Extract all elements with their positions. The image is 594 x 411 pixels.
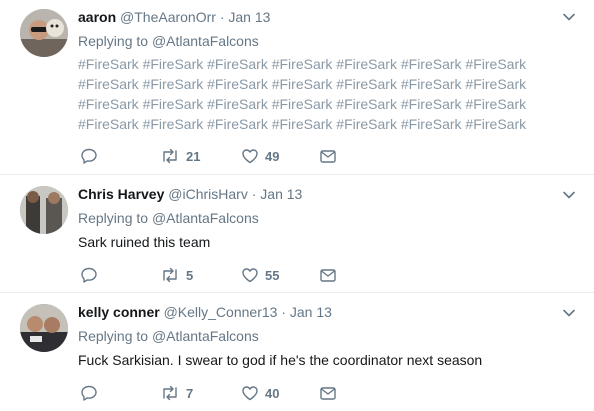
like-count: 40 <box>265 385 280 401</box>
reply-button[interactable] <box>80 265 104 285</box>
avatar[interactable] <box>20 304 68 352</box>
mention-link[interactable]: @AtlantaFalcons <box>152 328 259 344</box>
like-button[interactable]: 49 <box>241 146 279 166</box>
timestamp[interactable]: Jan 13 <box>290 304 332 320</box>
direct-message-button[interactable] <box>319 265 337 285</box>
retweet-count: 5 <box>186 267 194 283</box>
avatar[interactable] <box>20 186 68 234</box>
retweet-button[interactable]: 7 <box>160 383 193 403</box>
display-name[interactable]: kelly conner <box>78 304 160 320</box>
like-count: 55 <box>265 267 280 283</box>
display-name[interactable]: aaron <box>78 9 116 25</box>
separator-dot: · <box>251 186 257 202</box>
timestamp[interactable]: Jan 13 <box>260 186 302 202</box>
separator-dot: · <box>219 9 225 25</box>
chevron-down-icon[interactable] <box>560 186 578 204</box>
tweet-actions: 21 49 <box>78 146 378 166</box>
chevron-down-icon[interactable] <box>560 8 578 26</box>
reply-button[interactable] <box>80 146 104 166</box>
direct-message-button[interactable] <box>319 146 337 166</box>
reply-button[interactable] <box>80 383 104 403</box>
tweet[interactable]: aaron @TheAaronOrr · Jan 13 Replying to … <box>0 0 594 175</box>
message-icon <box>320 387 336 400</box>
user-handle[interactable]: @TheAaronOrr <box>120 9 216 25</box>
tweet-header: kelly conner @Kelly_Conner13 · Jan 13 <box>78 303 332 321</box>
tweet[interactable]: kelly conner @Kelly_Conner13 · Jan 13 Re… <box>0 293 594 411</box>
retweet-icon <box>163 148 177 164</box>
tweet-text: Sark ruined this team <box>78 234 211 250</box>
reply-icon <box>81 148 97 164</box>
tweet-header: Chris Harvey @iChrisHarv · Jan 13 <box>78 185 302 203</box>
retweet-count: 21 <box>186 148 201 164</box>
like-icon <box>242 386 258 401</box>
chevron-down-icon[interactable] <box>560 304 578 322</box>
tweet-actions: 7 40 <box>78 383 378 403</box>
message-icon <box>320 150 336 163</box>
tweet[interactable]: Chris Harvey @iChrisHarv · Jan 13 Replyi… <box>0 175 594 293</box>
like-icon <box>242 268 258 283</box>
reply-icon <box>81 267 97 283</box>
retweet-button[interactable]: 5 <box>160 265 193 285</box>
tweet-text: Fuck Sarkisian. I swear to god if he's t… <box>78 352 483 368</box>
retweet-icon <box>163 267 177 283</box>
retweet-button[interactable]: 21 <box>160 146 200 166</box>
replying-to-label: Replying to <box>78 33 149 49</box>
tweet-header: aaron @TheAaronOrr · Jan 13 <box>78 8 270 26</box>
user-handle[interactable]: @Kelly_Conner13 <box>164 304 278 320</box>
message-icon <box>320 269 336 282</box>
like-button[interactable]: 40 <box>241 383 279 403</box>
tweet-feed: aaron @TheAaronOrr · Jan 13 Replying to … <box>0 0 594 411</box>
reply-icon <box>81 385 97 401</box>
tweet-actions: 5 55 <box>78 265 378 285</box>
replying-to: Replying to @AtlantaFalcons <box>78 32 259 50</box>
direct-message-button[interactable] <box>319 383 337 403</box>
avatar[interactable] <box>20 9 68 57</box>
mention-link[interactable]: @AtlantaFalcons <box>152 210 259 226</box>
like-icon <box>242 149 258 164</box>
replying-to: Replying to @AtlantaFalcons <box>78 327 259 345</box>
timestamp[interactable]: Jan 13 <box>228 9 270 25</box>
retweet-count: 7 <box>186 385 194 401</box>
like-count: 49 <box>265 148 280 164</box>
like-button[interactable]: 55 <box>241 265 279 285</box>
retweet-icon <box>163 385 177 401</box>
separator-dot: · <box>281 304 286 320</box>
display-name[interactable]: Chris Harvey <box>78 186 164 202</box>
replying-to-label: Replying to <box>78 328 149 344</box>
replying-to: Replying to @AtlantaFalcons <box>78 209 259 227</box>
tweet-text: #FireSark #FireSark #FireSark #FireSark … <box>78 56 527 132</box>
mention-link[interactable]: @AtlantaFalcons <box>152 33 259 49</box>
user-handle[interactable]: @iChrisHarv <box>168 186 248 202</box>
replying-to-label: Replying to <box>78 210 149 226</box>
